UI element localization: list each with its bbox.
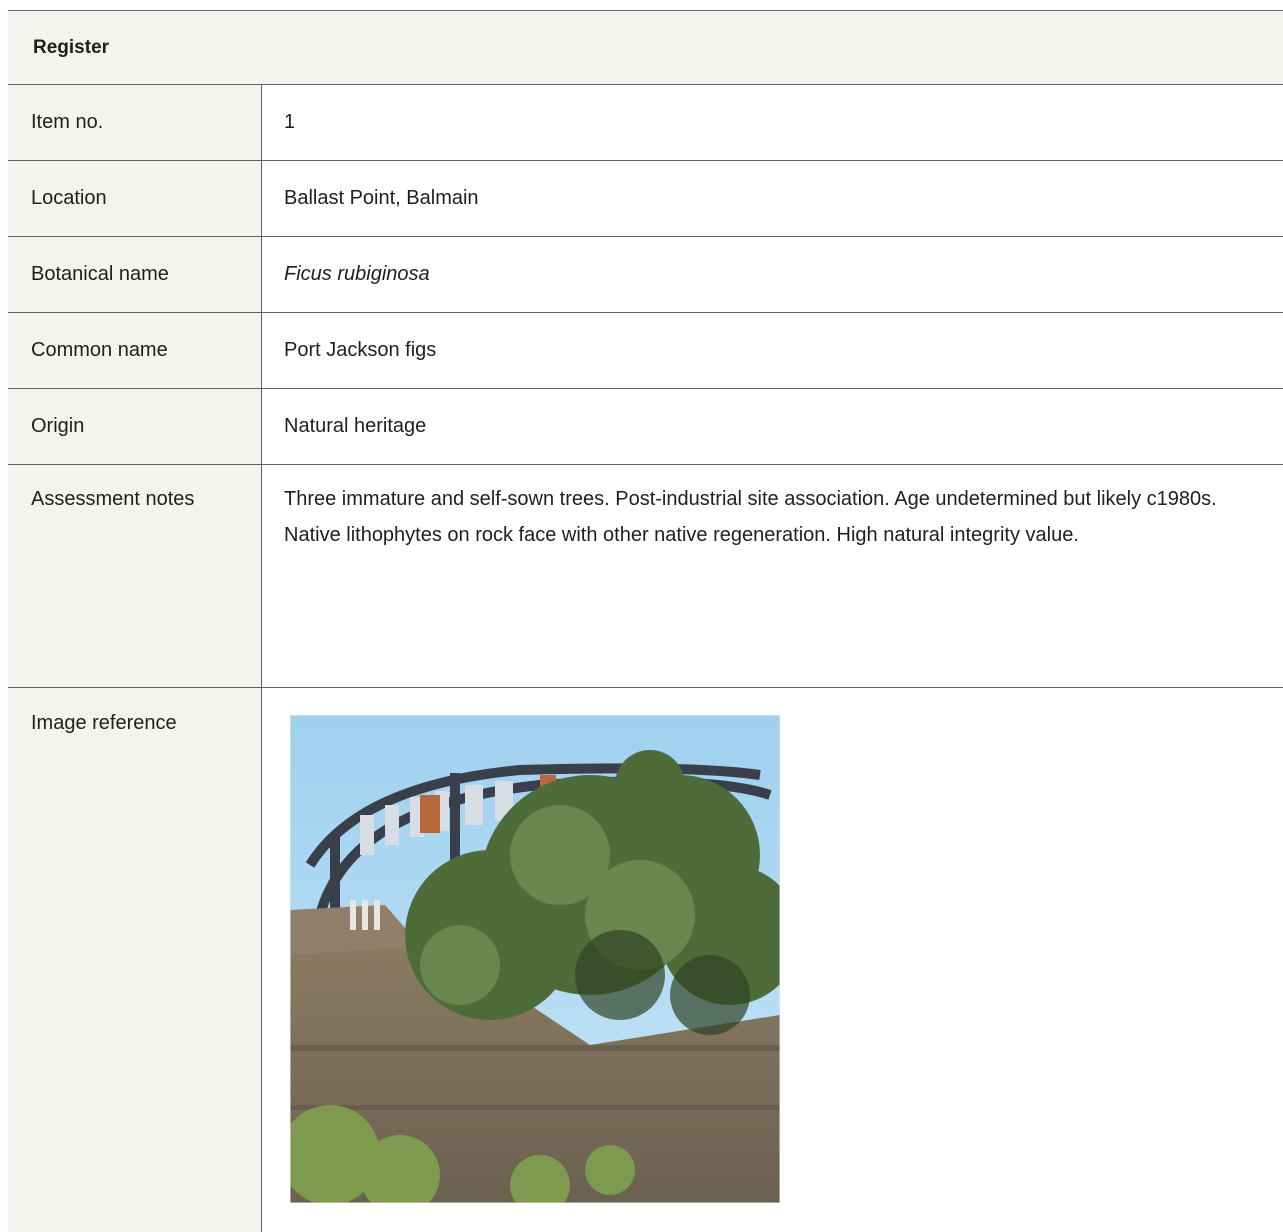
value-common-name: Port Jackson figs	[284, 339, 437, 361]
row-item-no: Item no. 1	[8, 85, 1283, 161]
label-origin: Origin	[8, 389, 262, 464]
value-origin: Natural heritage	[284, 415, 427, 437]
register-title: Register	[33, 36, 110, 58]
assessment-note-paragraph: Native lithophytes on rock face with oth…	[284, 524, 1079, 546]
value-image-reference	[262, 688, 1283, 1232]
value-assessment-notes: Three immature and self-sown trees. Post…	[262, 465, 1283, 687]
row-common-name: Common name Port Jackson figs	[8, 313, 1283, 389]
value-location: Ballast Point, Balmain	[284, 187, 479, 209]
label-image-reference: Image reference	[8, 688, 262, 1232]
label-item-no: Item no.	[8, 85, 262, 160]
row-location: Location Ballast Point, Balmain	[8, 161, 1283, 237]
row-assessment-notes: Assessment notes Three immature and self…	[8, 465, 1283, 688]
row-botanical-name: Botanical name Ficus rubiginosa	[8, 237, 1283, 313]
row-origin: Origin Natural heritage	[8, 389, 1283, 465]
label-botanical-name: Botanical name	[8, 237, 262, 312]
value-item-no: 1	[284, 111, 296, 133]
row-image-reference: Image reference	[8, 688, 1283, 1232]
site-photo	[290, 715, 780, 1203]
register-table: Register Item no. 1 Location Ballast Poi…	[8, 10, 1283, 1232]
value-botanical-name: Ficus rubiginosa	[284, 263, 430, 285]
assessment-note-paragraph: Three immature and self-sown trees. Post…	[284, 488, 1217, 510]
label-location: Location	[8, 161, 262, 236]
label-assessment-notes: Assessment notes	[8, 465, 262, 687]
label-common-name: Common name	[8, 313, 262, 388]
register-header: Register	[8, 11, 1283, 85]
